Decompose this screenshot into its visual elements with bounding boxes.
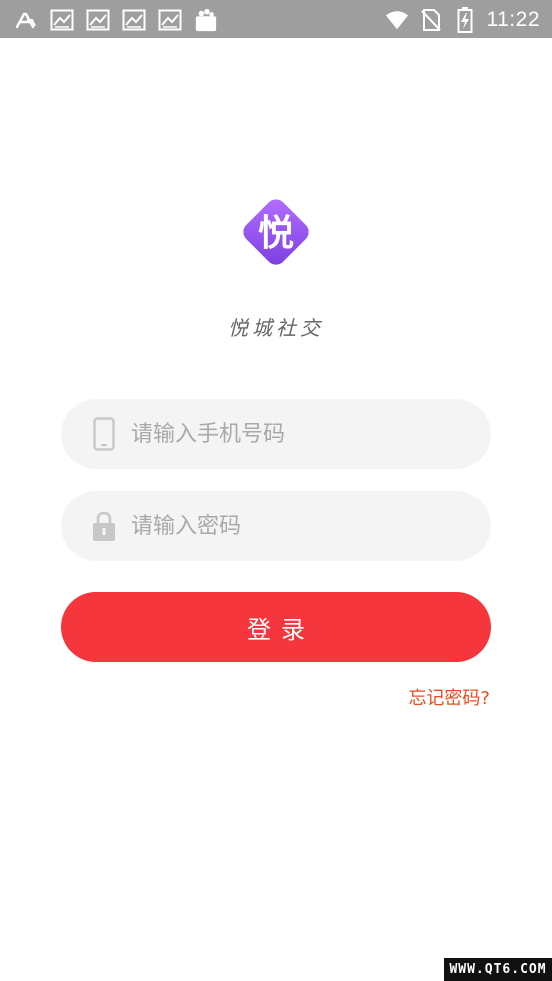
site-watermark: WWW.QT6.COM: [444, 958, 552, 981]
bag-icon: [194, 8, 218, 32]
photo-icon: [122, 8, 146, 32]
status-clock: 11:22: [486, 8, 540, 31]
system-icons: 11:22: [385, 5, 541, 35]
login-button[interactable]: 登录: [61, 592, 491, 662]
photo-icon: [86, 8, 110, 32]
lock-icon: [91, 508, 117, 544]
app-logo: 悦: [236, 192, 316, 272]
phone-icon: [91, 416, 117, 452]
app-name: 悦城社交: [228, 316, 324, 340]
photo-icon: [158, 8, 182, 32]
wifi-icon: [385, 8, 409, 32]
app-store-icon: [14, 8, 38, 32]
phone-field[interactable]: [61, 399, 491, 469]
logo-glyph: 悦: [258, 213, 294, 254]
status-bar: 11:22: [0, 0, 552, 38]
password-input[interactable]: [131, 513, 451, 539]
notification-icons: [14, 6, 230, 34]
forgot-password-link[interactable]: 忘记密码?: [408, 684, 490, 710]
battery-icon: [453, 7, 477, 33]
no-sim-icon: [419, 8, 443, 32]
password-field[interactable]: [61, 491, 491, 561]
photo-icon: [50, 8, 74, 32]
phone-input[interactable]: [131, 421, 451, 447]
login-screen: 11:22 悦 悦城社交 请输入手机号码 登录 忘记密码? WWW.QT6.CO…: [0, 0, 552, 981]
